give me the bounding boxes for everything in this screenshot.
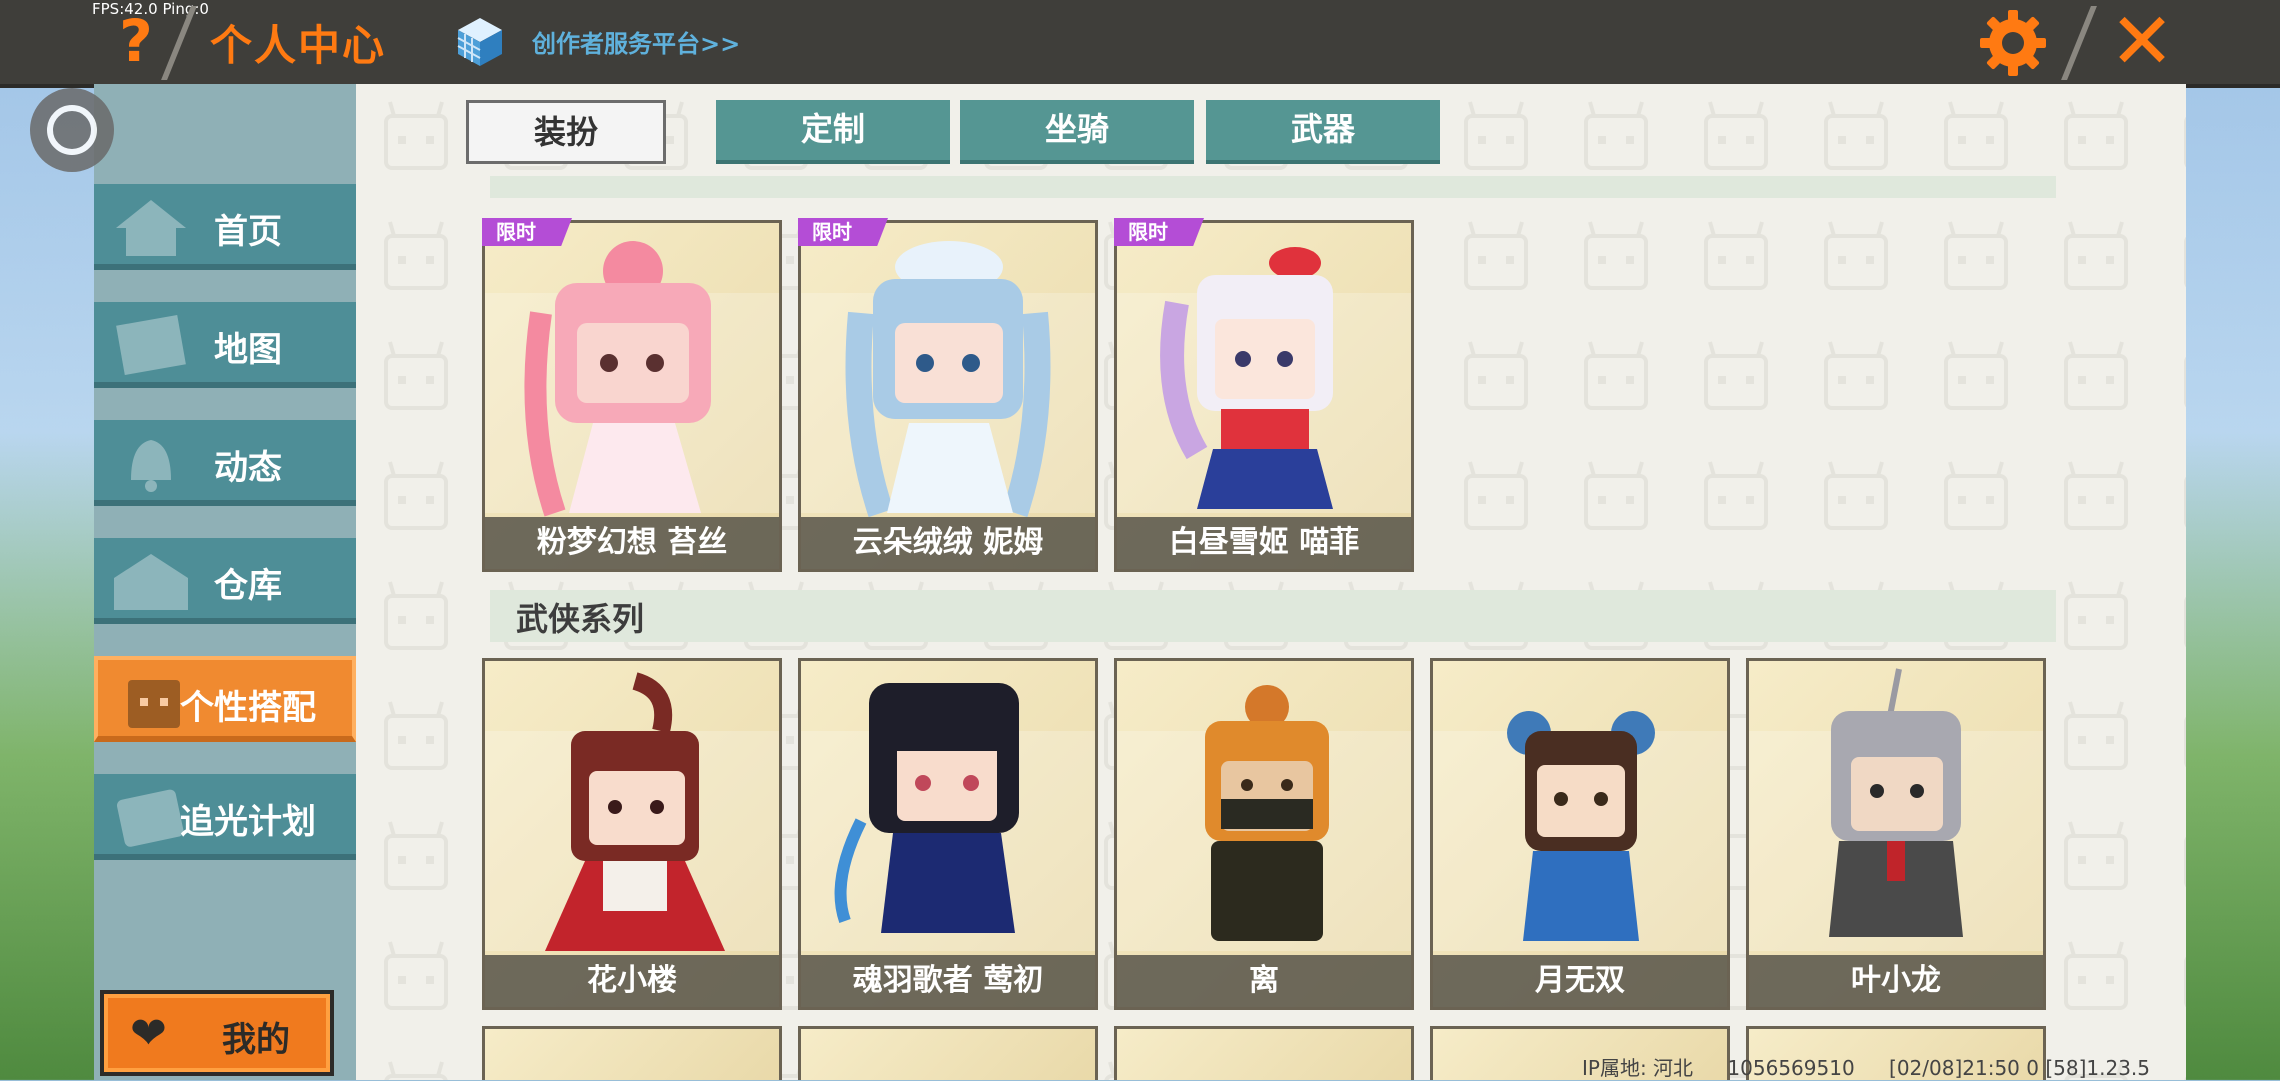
question-icon[interactable]: ? (112, 6, 160, 76)
ip-location: IP属地: 河北 (1582, 1056, 1694, 1080)
mine-label: 我的 (222, 1020, 290, 1060)
character-figure (1160, 247, 1333, 509)
outfit-card[interactable] (798, 1026, 1098, 1080)
sidebar-item-label: 地图 (214, 330, 282, 370)
outfit-card[interactable]: 魂羽歌者 莺初 (798, 658, 1098, 1010)
character-figure (1829, 668, 1963, 937)
close-icon[interactable]: ✕ (2104, 3, 2180, 81)
status-bar: IP属地: 河北 1056569510 [02/08]21:50 0 [58]1… (1582, 1052, 2178, 1081)
record-button[interactable] (30, 88, 114, 172)
sidebar-item-label: 动态 (214, 448, 282, 488)
card-name: 粉梦幻想 苔丝 (485, 517, 779, 569)
gear-icon[interactable] (1978, 8, 2048, 78)
sidebar-item-outfit[interactable]: 个性搭配 (94, 656, 356, 742)
sidebar-item-label: 追光计划 (180, 802, 316, 842)
version-info: [02/08]21:50 0 [58]1.23.5 (1889, 1056, 2151, 1080)
character-figure (524, 241, 711, 517)
card-name: 云朵绒绒 妮姆 (801, 517, 1095, 569)
card-name: 叶小龙 (1749, 955, 2043, 1007)
sidebar-item-label: 仓库 (214, 566, 282, 606)
outfit-card[interactable] (1114, 1026, 1414, 1080)
character-figure (834, 683, 1019, 933)
sidebar-item-plan[interactable]: 追光计划 (94, 774, 356, 860)
section-title: 武侠系列 (516, 600, 645, 638)
cube-icon (457, 18, 502, 66)
outfit-card[interactable]: 白昼雪姬 喵菲 (1114, 220, 1414, 572)
limited-badge: 限时 (798, 218, 888, 246)
card-name: 白昼雪姬 喵菲 (1117, 517, 1411, 569)
mine-button[interactable]: ❤ 我的 (100, 990, 334, 1076)
outfit-card[interactable]: 粉梦幻想 苔丝 (482, 220, 782, 572)
user-id: 1056569510 (1727, 1056, 1855, 1080)
limited-badge: 限时 (482, 218, 572, 246)
character-figure (1205, 685, 1329, 941)
outfit-card[interactable]: 月无双 (1430, 658, 1730, 1010)
tab-outfit[interactable]: 装扮 (466, 100, 666, 164)
sidebar-item-home[interactable]: 首页 (94, 184, 356, 270)
outfit-card[interactable]: 花小楼 (482, 658, 782, 1010)
character-figure (1507, 711, 1655, 941)
limited-badge: 限时 (1114, 218, 1204, 246)
page-title: 个人中心 (210, 21, 387, 70)
sidebar-item-map[interactable]: 地图 (94, 302, 356, 388)
outfit-card[interactable] (482, 1026, 782, 1080)
character-figure (845, 241, 1051, 518)
card-name: 花小楼 (485, 955, 779, 1007)
tab-mount[interactable]: 坐骑 (960, 100, 1194, 164)
tab-custom[interactable]: 定制 (716, 100, 950, 164)
heart-icon: ❤ (130, 1008, 167, 1059)
tab-weapon[interactable]: 武器 (1206, 100, 1440, 164)
sidebar-item-warehouse[interactable]: 仓库 (94, 538, 356, 624)
character-figure (545, 672, 725, 951)
sidebar-item-label: 个性搭配 (180, 688, 316, 728)
card-name: 月无双 (1433, 955, 1727, 1007)
divider (2061, 6, 2097, 80)
outfit-card[interactable]: 云朵绒绒 妮姆 (798, 220, 1098, 572)
sidebar-item-feed[interactable]: 动态 (94, 420, 356, 506)
section-header-bar (490, 590, 2056, 642)
card-name: 魂羽歌者 莺初 (801, 955, 1095, 1007)
outfit-card[interactable]: 离 (1114, 658, 1414, 1010)
top-bar: FPS:42.0 Ping:0 ? 个人中心 创作者服务平台>> ✕ (0, 0, 2280, 88)
main-panel: 装扮 定制 坐骑 武器 粉梦幻想 苔丝 限时 云朵绒绒 妮姆 限时 白昼雪姬 喵… (356, 84, 2186, 1080)
outfit-card[interactable]: 叶小龙 (1746, 658, 2046, 1010)
creator-platform-link[interactable]: 创作者服务平台>> (532, 24, 740, 59)
sidebar-item-label: 首页 (214, 212, 282, 252)
section-header-bar (490, 176, 2056, 198)
card-name: 离 (1117, 955, 1411, 1007)
